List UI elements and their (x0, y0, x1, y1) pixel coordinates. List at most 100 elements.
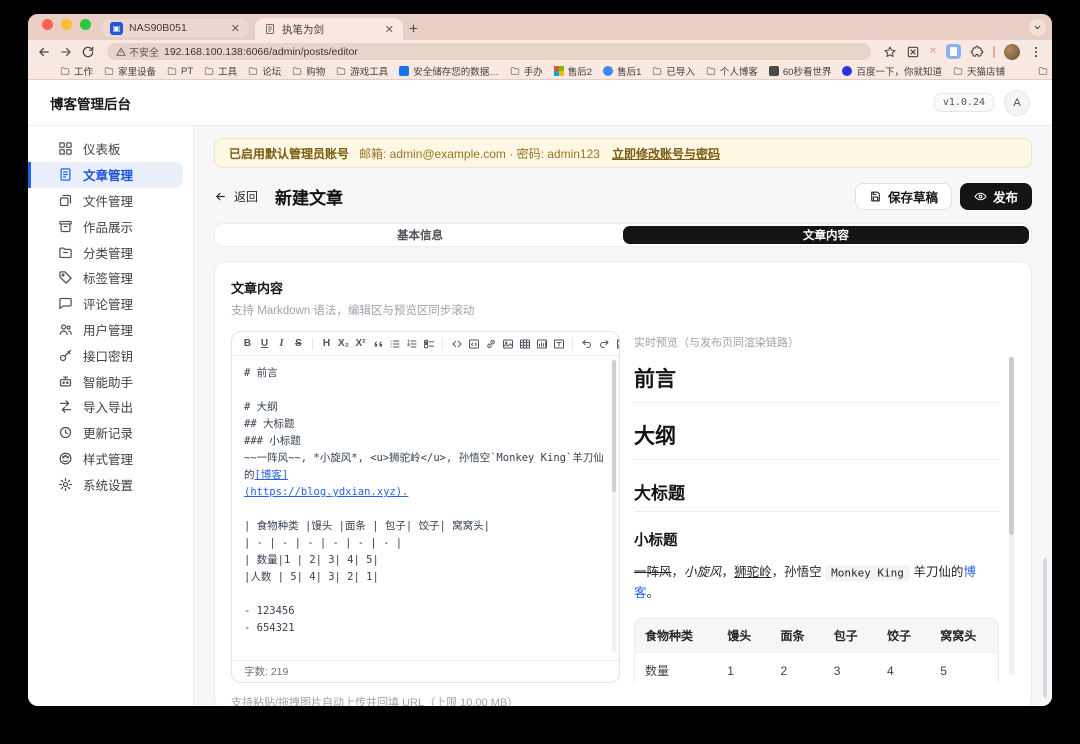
bookmark-item-10[interactable]: 售后2 (554, 64, 592, 78)
close-window-button[interactable] (42, 19, 53, 30)
bookmark-item-8[interactable]: 安全储存您的数据… (399, 64, 499, 78)
toolbar-subscript-icon[interactable]: X₂ (335, 335, 352, 352)
bookmark-item-15[interactable]: 百度一下，你就知道 (842, 64, 942, 78)
extension-icon-1[interactable] (906, 45, 920, 59)
tab-basic[interactable]: 基本信息 (217, 226, 623, 244)
browser-tab-nas[interactable]: ▣NAS90B051✕ (101, 19, 249, 37)
toolbar-save-icon[interactable] (612, 335, 620, 352)
sidebar-item-posts[interactable]: 文章管理 (28, 162, 183, 188)
preview-h2: 大标题 (634, 479, 999, 512)
save-draft-button[interactable]: 保存草稿 (855, 183, 952, 210)
menu-kebab-icon[interactable] (1029, 45, 1043, 59)
all-bookmarks-button[interactable]: 所有书签 (1038, 64, 1052, 78)
preview-paragraph: 一阵风，小旋风，狮驼岭，孙悟空 Monkey King 羊刀仙的博客。 (634, 562, 999, 605)
bookmark-item-7[interactable]: 游戏工具 (336, 64, 388, 78)
forward-icon[interactable] (59, 45, 73, 59)
new-tab-button[interactable] (403, 18, 423, 38)
editor-line: | 食物种类 |馒头 |面条 | 包子| 饺子| 窝窝头| (244, 518, 607, 535)
toolbar-table-icon[interactable] (516, 335, 533, 352)
preview-h1-outline: 大纲 (634, 420, 999, 460)
folder-icon (953, 66, 963, 76)
tab-search-button[interactable] (1029, 19, 1046, 36)
toolbar-superscript-icon[interactable]: X² (352, 335, 369, 352)
toolbar-text-box-icon[interactable] (550, 335, 567, 352)
publish-button[interactable]: 发布 (960, 183, 1032, 210)
toolbar-link-icon[interactable] (482, 335, 499, 352)
toolbar-image-icon[interactable] (499, 335, 516, 352)
bookmark-item-1[interactable]: 工作 (60, 64, 93, 78)
toolbar-code-block-icon[interactable] (465, 335, 482, 352)
user-avatar[interactable]: A (1004, 90, 1030, 116)
toolbar-inline-code-icon[interactable] (448, 335, 465, 352)
sidebar-item-api-keys[interactable]: 接口密钥 (28, 342, 183, 368)
back-icon[interactable] (37, 45, 51, 59)
toolbar-bold-icon[interactable]: B (239, 335, 256, 352)
sidebar-item-dashboard[interactable]: 仪表板 (28, 136, 183, 162)
extension-icon-3[interactable] (946, 44, 961, 59)
sidebar-item-settings[interactable]: 系统设置 (28, 471, 183, 497)
sidebar-item-tags[interactable]: 标签管理 (28, 265, 183, 291)
toolbar-ordered-list-icon[interactable] (403, 335, 420, 352)
browser-toolbar: 不安全 192.168.100.138:6066/admin/posts/edi… (28, 40, 1052, 63)
editor-text-segment: ## 大标题 (244, 418, 294, 430)
toolbar-redo-icon[interactable] (595, 335, 612, 352)
word-count: 字数: 219 (232, 660, 619, 682)
tab-content[interactable]: 文章内容 (623, 226, 1029, 244)
bookmark-item-2[interactable]: 家里设备 (104, 64, 156, 78)
toolbar-heading-icon[interactable]: H (318, 335, 335, 352)
toolbar-underline-icon[interactable]: U (256, 335, 273, 352)
sidebar-item-categories[interactable]: 分类管理 (28, 239, 183, 265)
bookmark-item-3[interactable]: PT (167, 66, 193, 77)
minimize-window-button[interactable] (61, 19, 72, 30)
table-row: 数量12345 (635, 652, 998, 684)
table-cell: 4 (877, 652, 930, 684)
bookmark-item-16[interactable]: 天猫店铺 (953, 64, 1005, 78)
toolbar-strikethrough-icon[interactable]: S (290, 335, 307, 352)
bookmark-item-9[interactable]: 手办 (510, 64, 543, 78)
tab-close-icon[interactable]: ✕ (385, 23, 394, 36)
editor-scrollbar[interactable] (612, 360, 616, 652)
bookmark-item-12[interactable]: 已导入 (652, 64, 695, 78)
sidebar-item-styles[interactable]: 样式管理 (28, 446, 183, 472)
bookmark-label: PT (181, 66, 193, 77)
preview-h3: 小标题 (634, 529, 999, 550)
change-credentials-link[interactable]: 立即修改账号与密码 (612, 145, 720, 162)
sidebar-item-files[interactable]: 文件管理 (28, 188, 183, 214)
maximize-window-button[interactable] (80, 19, 91, 30)
toolbar-quote-icon[interactable] (369, 335, 386, 352)
toolbar-italic-icon[interactable]: I (273, 335, 290, 352)
tab-title: 执笔为剑 (282, 22, 379, 37)
toolbar-task-list-icon[interactable] (420, 335, 437, 352)
gear-icon (58, 477, 73, 492)
profile-avatar[interactable] (1004, 44, 1020, 60)
toolbar-undo-icon[interactable] (578, 335, 595, 352)
bookmark-item-14[interactable]: 60秒看世界 (769, 64, 832, 78)
extension-icon-2[interactable]: ✕ (929, 46, 937, 57)
markdown-textarea[interactable]: # 前言 # 大纲## 大标题### 小标题~~一阵风~~, *小旋风*, <u… (232, 356, 619, 660)
preview-scrollbar[interactable] (1009, 357, 1014, 675)
sidebar-item-users[interactable]: 用户管理 (28, 317, 183, 343)
back-button[interactable]: 返回 (214, 188, 258, 205)
bookmark-item-5[interactable]: 论坛 (248, 64, 281, 78)
flower-app-icon (603, 66, 613, 76)
sidebar-item-changelog[interactable]: 更新记录 (28, 420, 183, 446)
url-bar[interactable]: 不安全 192.168.100.138:6066/admin/posts/edi… (107, 43, 871, 60)
not-secure-badge[interactable]: 不安全 (116, 44, 159, 59)
tab-close-icon[interactable]: ✕ (231, 22, 240, 35)
browser-tab-blog[interactable]: 执笔为剑 ✕ (255, 18, 403, 40)
reload-icon[interactable] (81, 45, 95, 59)
bookmark-item-13[interactable]: 个人博客 (706, 64, 758, 78)
toolbar-chart-icon[interactable] (533, 335, 550, 352)
sidebar-item-assistant[interactable]: 智能助手 (28, 368, 183, 394)
bookmark-item-4[interactable]: 工具 (204, 64, 237, 78)
toolbar-bullet-list-icon[interactable] (386, 335, 403, 352)
bookmark-star-icon[interactable] (883, 45, 897, 59)
extensions-puzzle-icon[interactable] (970, 45, 984, 59)
sidebar-item-works[interactable]: 作品展示 (28, 213, 183, 239)
bookmark-item-6[interactable]: 购物 (292, 64, 325, 78)
page-scrollbar[interactable] (1043, 558, 1047, 698)
bookmark-item-11[interactable]: 售后1 (603, 64, 641, 78)
editor-text-segment: # 前言 (244, 367, 278, 379)
sidebar-item-import-export[interactable]: 导入导出 (28, 394, 183, 420)
sidebar-item-comments[interactable]: 评论管理 (28, 291, 183, 317)
